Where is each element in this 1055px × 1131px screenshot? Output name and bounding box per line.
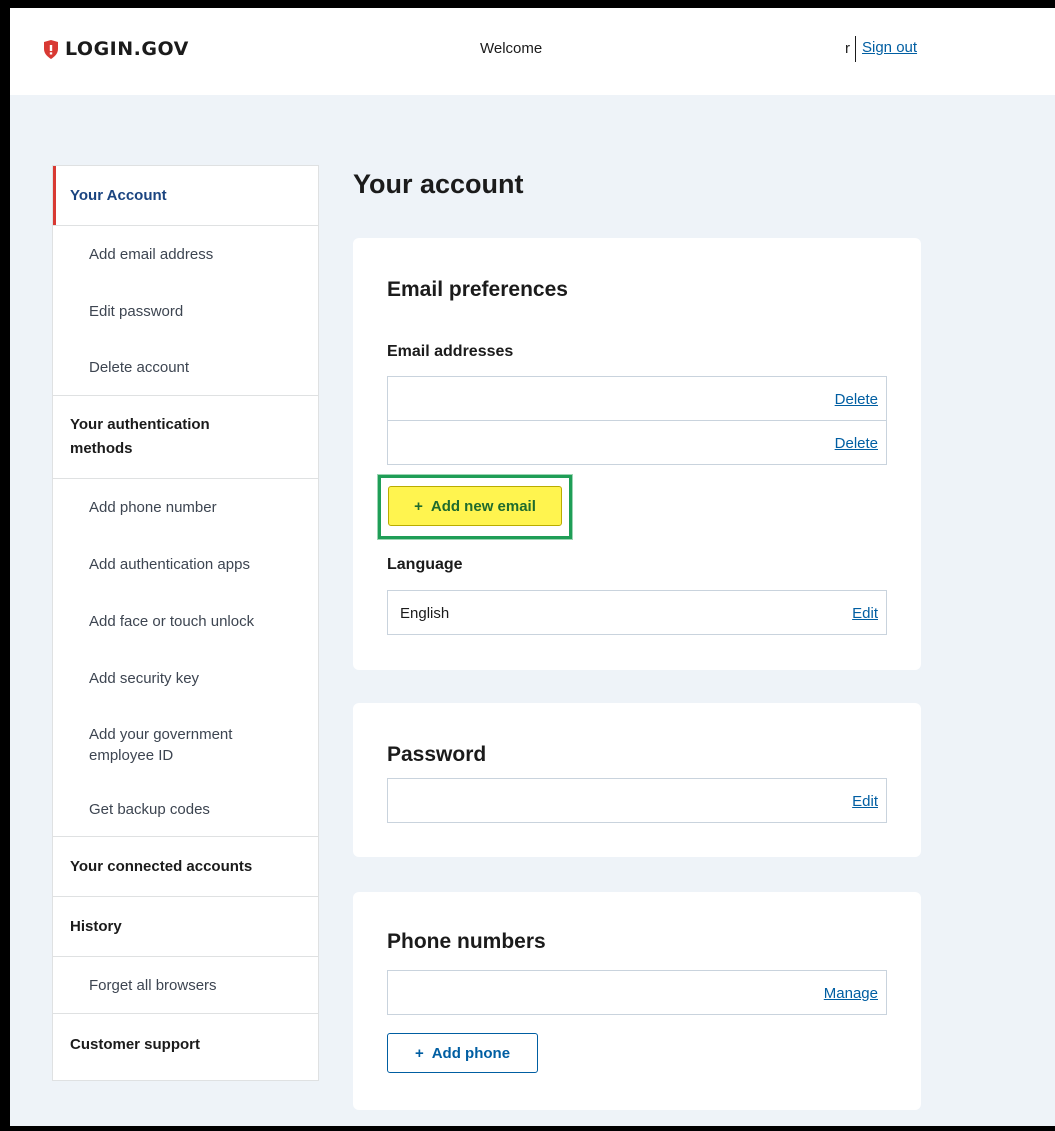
sidebar-item-label: Add authentication apps <box>89 556 250 573</box>
plus-icon: + <box>414 1044 424 1062</box>
header-divider <box>855 36 856 62</box>
sidebar-nav: Your Account Add email address Edit pass… <box>52 165 319 1081</box>
edit-language-link[interactable]: Edit <box>852 605 878 622</box>
sidebar-item-add-authentication-apps[interactable]: Add authentication apps <box>53 536 318 593</box>
add-new-email-label: Add new email <box>430 497 536 515</box>
sidebar-item-label: Add your government employee ID <box>89 725 233 764</box>
password-row: Edit <box>387 778 887 823</box>
sidebar-item-label: History <box>70 918 122 935</box>
sidebar-item-label: Add email address <box>89 246 214 263</box>
email-row: Delete <box>387 376 887 421</box>
sidebar-item-add-face-or-touch-unlock[interactable]: Add face or touch unlock <box>53 593 318 650</box>
sidebar-item-add-security-key[interactable]: Add security key <box>53 650 318 707</box>
sidebar-item-delete-account[interactable]: Delete account <box>53 339 318 396</box>
email-addresses-label: Email addresses <box>387 343 514 360</box>
sidebar-item-label: Delete account <box>89 358 190 376</box>
phone-numbers-card: Phone numbers Manage + Add phone <box>353 892 921 1110</box>
site-header: LOGIN.GOV Welcome r Sign out <box>10 8 1055 95</box>
sidebar-item-label: Get backup codes <box>89 800 210 818</box>
sidebar-item-customer-support[interactable]: Customer support <box>53 1014 318 1074</box>
language-value: English <box>400 605 450 622</box>
welcome-text: Welcome <box>480 40 543 57</box>
sidebar-item-authentication-methods[interactable]: Your authentication methods <box>53 396 318 479</box>
sidebar-item-label: Forget all browsers <box>89 976 217 994</box>
sidebar-item-label: Add face or touch unlock <box>89 613 255 630</box>
sidebar-item-label: Your connected accounts <box>70 858 253 875</box>
manage-phone-link[interactable]: Manage <box>824 985 878 1002</box>
page-title: Your account <box>353 169 524 199</box>
password-card: Password Edit <box>353 703 921 857</box>
email-preferences-title: Email preferences <box>387 278 568 301</box>
sidebar-item-label: Add security key <box>89 670 200 687</box>
password-title: Password <box>387 743 487 766</box>
sidebar-item-forget-all-browsers[interactable]: Forget all browsers <box>53 957 318 1014</box>
sidebar-item-label: Edit password <box>89 302 184 320</box>
sidebar-item-label: Your Account <box>70 187 167 204</box>
delete-email-link[interactable]: Delete <box>835 435 878 452</box>
plus-icon: + <box>414 497 423 515</box>
sidebar-item-add-email-address[interactable]: Add email address <box>53 226 318 283</box>
sidebar-item-add-phone-number[interactable]: Add phone number <box>53 479 318 536</box>
email-row: Delete <box>387 420 887 465</box>
sidebar-item-get-backup-codes[interactable]: Get backup codes <box>53 782 318 837</box>
sidebar-item-history[interactable]: History <box>53 897 318 957</box>
delete-email-link[interactable]: Delete <box>835 391 878 408</box>
language-row: English Edit <box>387 590 887 635</box>
sidebar-item-label: Customer support <box>70 1035 201 1053</box>
add-new-email-button[interactable]: + Add new email <box>388 486 562 526</box>
sign-out-link[interactable]: Sign out <box>862 39 917 56</box>
login-gov-logo[interactable]: LOGIN.GOV <box>43 38 189 60</box>
browser-frame: LOGIN.GOV Welcome r Sign out Your Accoun… <box>10 8 1055 1126</box>
shield-icon <box>43 39 59 59</box>
add-phone-button[interactable]: + Add phone <box>387 1033 538 1073</box>
edit-password-link[interactable]: Edit <box>852 793 878 810</box>
sidebar-item-add-government-employee-id[interactable]: Add your government employee ID <box>53 707 318 782</box>
sidebar-item-connected-accounts[interactable]: Your connected accounts <box>53 837 318 897</box>
language-label: Language <box>387 556 463 573</box>
sidebar-item-edit-password[interactable]: Edit password <box>53 283 318 339</box>
logo-text: LOGIN.GOV <box>65 38 189 60</box>
add-phone-label: Add phone <box>431 1044 511 1062</box>
sidebar-item-label: Add phone number <box>89 499 217 516</box>
phone-row: Manage <box>387 970 887 1015</box>
email-preferences-card: Email preferences Email addresses Delete… <box>353 238 921 670</box>
user-name: r <box>845 40 850 57</box>
add-email-highlight: + Add new email <box>378 475 572 539</box>
phone-numbers-title: Phone numbers <box>387 930 546 953</box>
sidebar-item-your-account[interactable]: Your Account <box>53 166 318 226</box>
sidebar-item-label: Your authentication methods <box>70 416 210 457</box>
